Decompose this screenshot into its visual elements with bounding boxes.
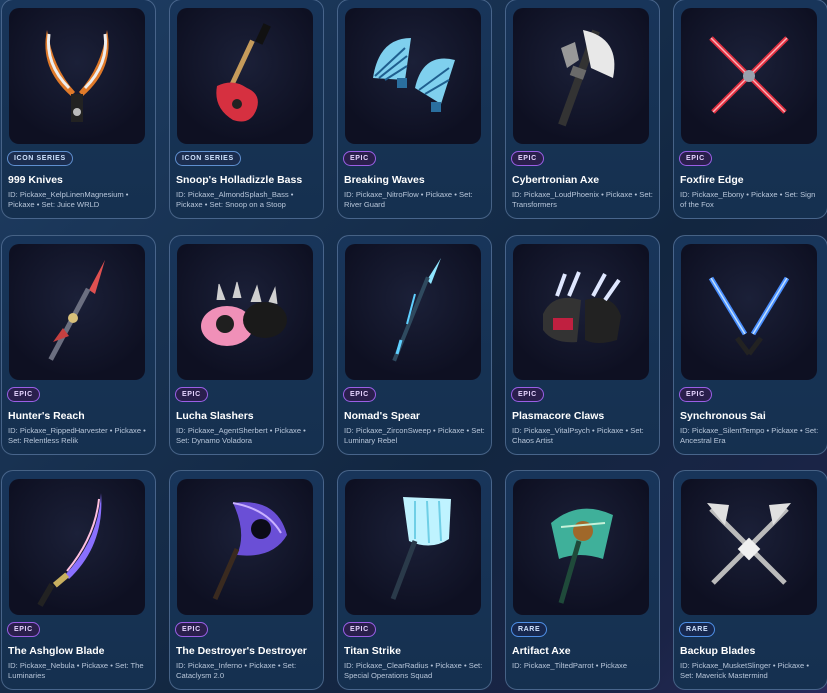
crystal-fist-icon bbox=[345, 479, 481, 615]
item-name: Foxfire Edge bbox=[680, 174, 744, 186]
item-meta: ID: Pickaxe_AgentSherbert • Pickaxe • Se… bbox=[176, 426, 306, 445]
item-name: Hunter's Reach bbox=[8, 410, 85, 422]
glowing-spear-icon bbox=[345, 244, 481, 380]
rarity-badge: EPIC bbox=[175, 622, 208, 637]
item-name: Snoop's Holladizzle Bass bbox=[176, 174, 303, 186]
cosmetics-grid: ICON SERIES 999 Knives ID: Pickaxe_KelpLin… bbox=[0, 0, 827, 693]
cosmetic-card[interactable]: EPIC Synchronous Sai ID: Pickaxe_SilentTem… bbox=[673, 235, 827, 455]
item-name: Plasmacore Claws bbox=[512, 410, 605, 422]
item-name: Synchronous Sai bbox=[680, 410, 766, 422]
rarity-badge: RARE bbox=[679, 622, 716, 637]
rarity-badge: EPIC bbox=[7, 622, 40, 637]
cosmetic-card[interactable]: ICON SERIES Snoop's Holladizzle Bass ID: P… bbox=[169, 0, 324, 219]
void-axe-icon bbox=[177, 479, 313, 615]
item-meta: ID: Pickaxe_ZirconSweep • Pickaxe • Set:… bbox=[344, 426, 485, 445]
item-meta: ID: Pickaxe_AlmondSplash_Bass • Pickaxe … bbox=[176, 190, 294, 209]
cosmetic-card[interactable]: RARE Artifact Axe ID: Pickaxe_TiltedParrot… bbox=[505, 470, 660, 690]
cosmetic-card[interactable]: RARE Backup Blades ID: Pickaxe_MusketSling… bbox=[673, 470, 827, 690]
cosmetic-card[interactable]: EPIC The Destroyer's Destroyer ID: Pickaxe… bbox=[169, 470, 324, 690]
artifact-axe-icon bbox=[513, 479, 649, 615]
cosmetic-card[interactable]: EPIC Breaking Waves ID: Pickaxe_NitroFlow … bbox=[337, 0, 492, 219]
cosmetic-card[interactable]: EPIC Hunter's Reach ID: Pickaxe_RippedHarv… bbox=[1, 235, 156, 455]
item-meta: ID: Pickaxe_NitroFlow • Pickaxe • Set: R… bbox=[344, 190, 473, 209]
item-meta: ID: Pickaxe_SilentTempo • Pickaxe • Set:… bbox=[680, 426, 819, 445]
item-meta: ID: Pickaxe_VitalPsych • Pickaxe • Set: … bbox=[512, 426, 644, 445]
item-name: Backup Blades bbox=[680, 645, 756, 657]
spear-icon bbox=[9, 244, 145, 380]
rarity-badge: EPIC bbox=[343, 387, 376, 402]
rarity-badge: EPIC bbox=[511, 387, 544, 402]
robot-axe-icon bbox=[513, 8, 649, 144]
item-meta: ID: Pickaxe_MusketSlinger • Pickaxe • Se… bbox=[680, 661, 809, 680]
item-meta: ID: Pickaxe_TiltedParrot • Pickaxe bbox=[512, 661, 628, 670]
item-meta: ID: Pickaxe_Nebula • Pickaxe • Set: The … bbox=[8, 661, 144, 680]
item-meta: ID: Pickaxe_LoudPhoenix • Pickaxe • Set:… bbox=[512, 190, 653, 209]
item-name: Titan Strike bbox=[344, 645, 401, 657]
spiked-gloves-icon bbox=[177, 244, 313, 380]
rarity-badge: RARE bbox=[511, 622, 548, 637]
cosmetic-card[interactable]: EPIC Titan Strike ID: Pickaxe_ClearRadius … bbox=[337, 470, 492, 690]
dual-curved-knives-icon bbox=[9, 8, 145, 144]
item-meta: ID: Pickaxe_Inferno • Pickaxe • Set: Cat… bbox=[176, 661, 297, 680]
item-name: Breaking Waves bbox=[344, 174, 425, 186]
rarity-badge: EPIC bbox=[343, 151, 376, 166]
fan-blades-icon bbox=[345, 8, 481, 144]
cosmetic-card[interactable]: EPIC Plasmacore Claws ID: Pickaxe_VitalPsy… bbox=[505, 235, 660, 455]
item-name: The Ashglow Blade bbox=[8, 645, 105, 657]
item-name: 999 Knives bbox=[8, 174, 63, 186]
rarity-badge: EPIC bbox=[511, 151, 544, 166]
crossed-axes-icon bbox=[681, 479, 817, 615]
item-meta: ID: Pickaxe_Ebony • Pickaxe • Set: Sign … bbox=[680, 190, 816, 209]
cosmetic-card[interactable]: EPIC Foxfire Edge ID: Pickaxe_Ebony • Pick… bbox=[673, 0, 827, 219]
cosmetic-card[interactable]: EPIC Nomad's Spear ID: Pickaxe_ZirconSweep… bbox=[337, 235, 492, 455]
cosmetic-card[interactable]: EPIC Lucha Slashers ID: Pickaxe_AgentSherb… bbox=[169, 235, 324, 455]
item-name: Nomad's Spear bbox=[344, 410, 421, 422]
item-meta: ID: Pickaxe_RippedHarvester • Pickaxe • … bbox=[8, 426, 146, 445]
item-meta: ID: Pickaxe_ClearRadius • Pickaxe • Set:… bbox=[344, 661, 483, 680]
crossed-red-blades-icon bbox=[681, 8, 817, 144]
rarity-badge: ICON SERIES bbox=[7, 151, 73, 166]
cosmetic-card[interactable]: EPIC The Ashglow Blade ID: Pickaxe_Nebula … bbox=[1, 470, 156, 690]
dual-sai-icon bbox=[681, 244, 817, 380]
cosmetic-card[interactable]: ICON SERIES 999 Knives ID: Pickaxe_KelpLin… bbox=[1, 0, 156, 219]
cosmetic-card[interactable]: EPIC Cybertronian Axe ID: Pickaxe_LoudPhoe… bbox=[505, 0, 660, 219]
item-name: Artifact Axe bbox=[512, 645, 571, 657]
rarity-badge: EPIC bbox=[679, 387, 712, 402]
rarity-badge: EPIC bbox=[679, 151, 712, 166]
claw-gauntlets-icon bbox=[513, 244, 649, 380]
rarity-badge: ICON SERIES bbox=[175, 151, 241, 166]
rarity-badge: EPIC bbox=[7, 387, 40, 402]
bass-guitar-icon bbox=[177, 8, 313, 144]
rarity-badge: EPIC bbox=[343, 622, 376, 637]
rarity-badge: EPIC bbox=[175, 387, 208, 402]
item-name: Lucha Slashers bbox=[176, 410, 254, 422]
item-name: The Destroyer's Destroyer bbox=[176, 645, 307, 657]
item-meta: ID: Pickaxe_KelpLinenMagnesium • Pickaxe… bbox=[8, 190, 129, 209]
katana-icon bbox=[9, 479, 145, 615]
item-name: Cybertronian Axe bbox=[512, 174, 600, 186]
